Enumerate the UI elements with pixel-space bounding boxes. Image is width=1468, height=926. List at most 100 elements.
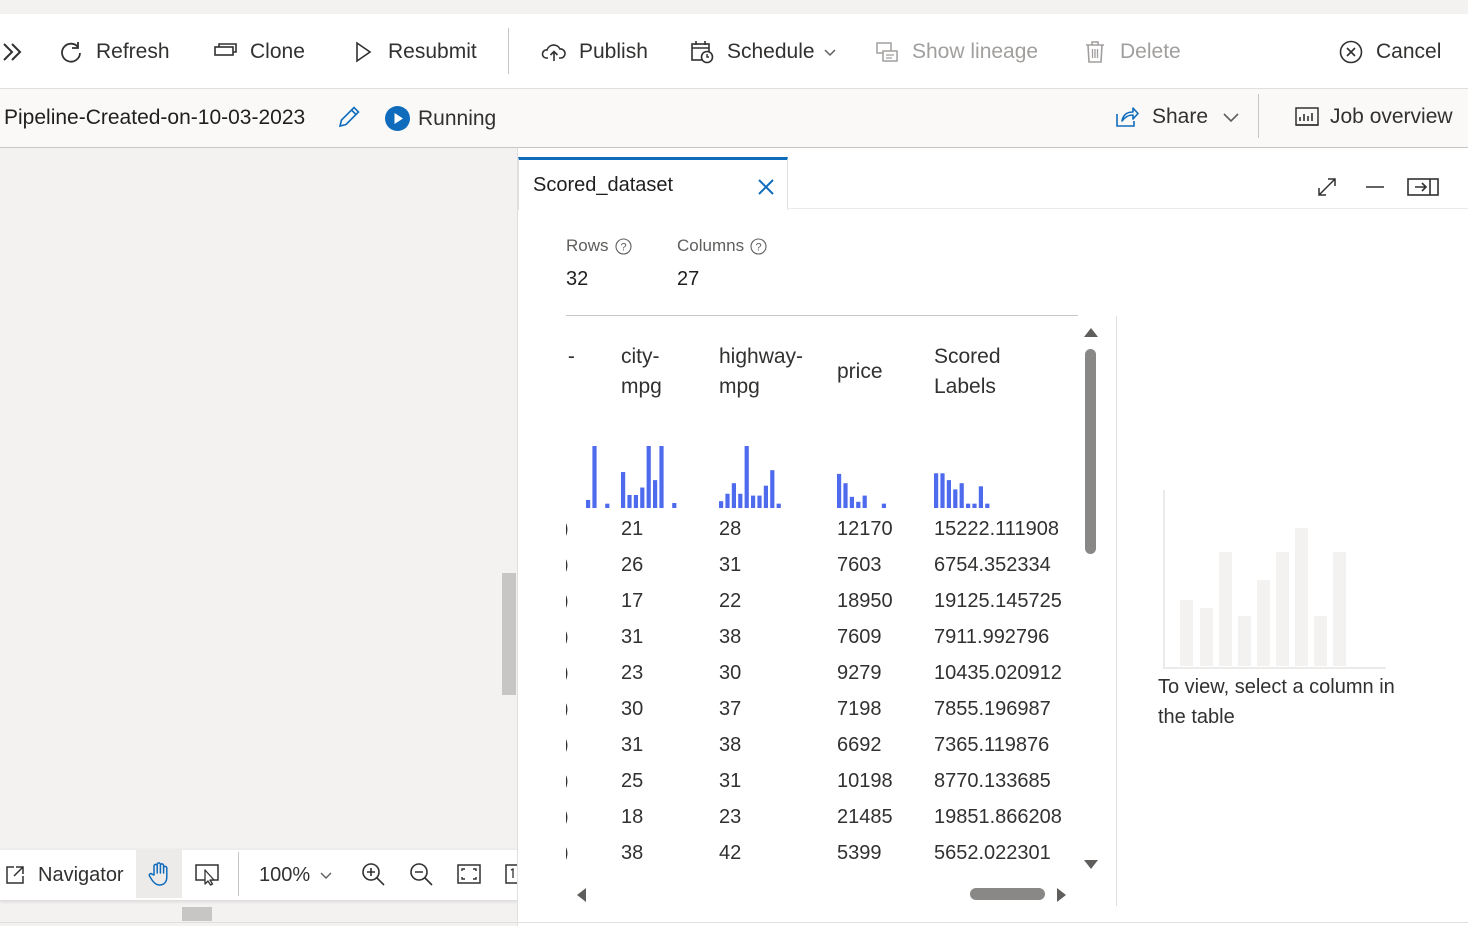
table-cell[interactable]: 9279 — [837, 662, 882, 685]
table-cell[interactable]: 7911.992796 — [934, 626, 1049, 649]
edit-name-button[interactable] — [336, 104, 362, 130]
table-cell-partial[interactable]: ) — [566, 698, 569, 721]
select-tool-button[interactable] — [194, 862, 220, 886]
table-cell[interactable]: 23 — [719, 806, 741, 829]
canvas-vertical-scrollbar[interactable] — [502, 573, 516, 695]
table-cell[interactable]: 18950 — [837, 590, 893, 613]
histogram-bar — [640, 487, 645, 508]
table-horizontal-scroll-thumb[interactable] — [970, 888, 1045, 900]
column-header[interactable]: price — [837, 357, 883, 387]
table-vertical-scroll-thumb[interactable] — [1085, 349, 1096, 554]
dataset-tab-title: Scored_dataset — [533, 174, 674, 196]
maximize-button[interactable] — [1316, 176, 1338, 198]
table-cell[interactable]: 19125.145725 — [934, 590, 1062, 613]
table-cell[interactable]: 10198 — [837, 770, 893, 793]
schedule-button[interactable]: Schedule — [689, 36, 837, 68]
zoom-in-button[interactable] — [360, 861, 386, 887]
lineage-icon — [874, 39, 900, 65]
table-cell[interactable]: 26 — [621, 554, 643, 577]
table-cell-partial[interactable]: ) — [566, 590, 569, 613]
scroll-right-arrow-icon[interactable] — [1056, 887, 1068, 903]
scroll-down-arrow-icon[interactable] — [1083, 859, 1099, 871]
help-circle-icon[interactable]: ? — [750, 237, 767, 255]
table-cell[interactable]: 23 — [621, 662, 643, 685]
table-cell[interactable]: 7603 — [837, 554, 882, 577]
table-cell[interactable]: 30 — [621, 698, 643, 721]
zoom-out-button[interactable] — [408, 861, 434, 887]
column-histogram[interactable] — [621, 442, 691, 508]
canvas-horizontal-scrollbar[interactable] — [182, 907, 212, 921]
bottom-border — [0, 922, 1468, 923]
table-cell-partial[interactable]: ) — [566, 662, 569, 685]
table-cell[interactable]: 28 — [719, 518, 741, 541]
table-cell[interactable]: 5399 — [837, 842, 882, 865]
table-cell-partial[interactable]: ) — [566, 554, 569, 577]
table-cell[interactable]: 6754.352334 — [934, 554, 1051, 577]
refresh-button[interactable]: Refresh — [58, 36, 170, 68]
zoom-dropdown[interactable]: 100% — [259, 860, 333, 890]
column-histogram[interactable] — [837, 442, 907, 508]
column-header[interactable]: highway-mpg — [719, 342, 803, 402]
navigator-toggle[interactable]: Navigator — [4, 860, 124, 890]
table-cell-partial[interactable]: ) — [566, 734, 569, 757]
table-cell[interactable]: 38 — [719, 626, 741, 649]
table-cell[interactable]: 21 — [621, 518, 643, 541]
table-cell[interactable]: 31 — [719, 554, 741, 577]
column-header[interactable]: city-mpg — [621, 342, 662, 402]
table-cell[interactable]: 5652.022301 — [934, 842, 1051, 865]
column-histogram[interactable] — [719, 442, 789, 508]
table-cell[interactable]: 22 — [719, 590, 741, 613]
publish-button[interactable]: Publish — [541, 36, 648, 68]
table-cell[interactable]: 7609 — [837, 626, 882, 649]
delete-button[interactable]: Delete — [1082, 36, 1181, 68]
table-cell[interactable]: 8770.133685 — [934, 770, 1051, 793]
table-cell[interactable]: 7198 — [837, 698, 882, 721]
table-cell[interactable]: 17 — [621, 590, 643, 613]
dataset-table[interactable]: :- city-mpg highway-mpg price ScoredLabels) 2… — [566, 330, 1074, 875]
column-histogram[interactable] — [566, 442, 624, 508]
pipeline-canvas[interactable] — [0, 148, 517, 926]
table-cell-partial[interactable]: ) — [566, 806, 569, 829]
share-button[interactable]: Share — [1114, 104, 1240, 130]
table-cell[interactable]: 31 — [621, 626, 643, 649]
table-cell[interactable]: 7365.119876 — [934, 734, 1049, 757]
table-cell[interactable]: 21485 — [837, 806, 893, 829]
table-cell[interactable]: 6692 — [837, 734, 882, 757]
show-lineage-button[interactable]: Show lineage — [874, 36, 1038, 68]
table-cell[interactable]: 19851.866208 — [934, 806, 1062, 829]
table-cell[interactable]: 30 — [719, 662, 741, 685]
scroll-left-arrow-icon[interactable] — [575, 887, 587, 903]
dock-button[interactable] — [1406, 176, 1440, 198]
table-cell[interactable]: 38 — [621, 842, 643, 865]
minimize-button[interactable] — [1364, 176, 1386, 198]
table-cell-partial[interactable]: ) — [566, 770, 569, 793]
expand-panel-button[interactable] — [0, 36, 38, 68]
resubmit-button[interactable]: Resubmit — [350, 36, 477, 68]
actual-size-button[interactable] — [505, 862, 517, 888]
table-cell-partial[interactable]: ) — [566, 518, 569, 541]
help-circle-icon[interactable]: ? — [614, 237, 632, 255]
column-header-partial[interactable]: :- — [566, 342, 575, 372]
table-cell[interactable]: 7855.196987 — [934, 698, 1051, 721]
table-cell[interactable]: 12170 — [837, 518, 893, 541]
table-cell[interactable]: 31 — [621, 734, 643, 757]
close-tab-button[interactable] — [756, 177, 776, 197]
table-cell[interactable]: 25 — [621, 770, 643, 793]
table-cell-partial[interactable]: ) — [566, 842, 569, 865]
column-histogram[interactable] — [934, 442, 1004, 508]
clone-button[interactable]: Clone — [212, 36, 305, 68]
pan-tool-button[interactable] — [136, 850, 182, 898]
cancel-button[interactable]: Cancel — [1338, 36, 1441, 68]
table-cell[interactable]: 42 — [719, 842, 741, 865]
job-overview-button[interactable]: Job overview — [1294, 104, 1453, 130]
table-cell[interactable]: 31 — [719, 770, 741, 793]
column-header[interactable]: Scored Labels — [934, 342, 1001, 402]
table-cell[interactable]: 37 — [719, 698, 741, 721]
table-cell-partial[interactable]: ) — [566, 626, 569, 649]
scroll-up-arrow-icon[interactable] — [1083, 326, 1099, 338]
table-cell[interactable]: 18 — [621, 806, 643, 829]
table-cell[interactable]: 38 — [719, 734, 741, 757]
table-cell[interactable]: 15222.111908 — [934, 518, 1059, 541]
fit-to-screen-button[interactable] — [456, 862, 482, 886]
table-cell[interactable]: 10435.020912 — [934, 662, 1062, 685]
